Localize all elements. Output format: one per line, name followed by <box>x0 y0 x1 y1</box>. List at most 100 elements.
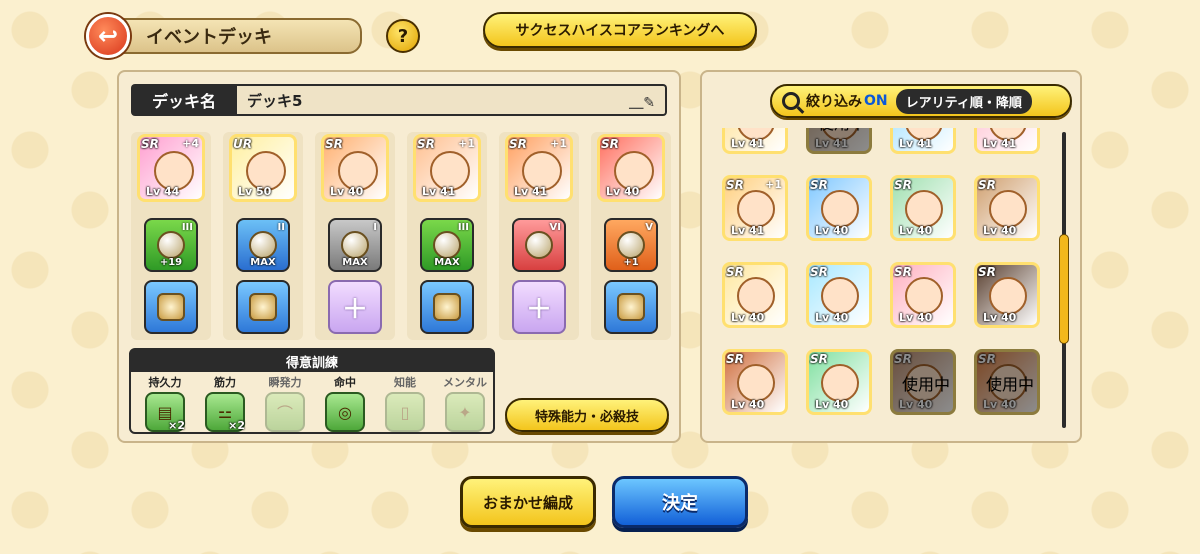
card-level: Lv 41 <box>731 224 765 237</box>
equipment-rank: III <box>457 222 469 233</box>
training-trait: 知能 ▯ <box>379 374 431 432</box>
card-level: Lv 50 <box>238 185 272 198</box>
collection-card[interactable]: SR Lv 40 <box>890 175 956 241</box>
deck-slot: UR Lv 50 II MAX <box>223 132 303 340</box>
plus-level: +4 <box>182 137 199 150</box>
equipment-tag: MAX <box>434 257 460 268</box>
dumbbell-icon: ⚍ ×2 <box>205 392 245 432</box>
equipment-tag: MAX <box>342 257 368 268</box>
deck-name-field[interactable]: デッキ5 ＿✎ <box>237 84 667 116</box>
rarity-badge: SR <box>978 265 996 279</box>
deck-card[interactable]: SR Lv 40 <box>597 134 665 202</box>
card-grid: Lv 41Lv 41使用中Lv 41Lv 41SR+1Lv 41SRLv 40S… <box>716 128 1056 434</box>
trait-label: 持久力 <box>148 376 182 389</box>
equipment-item[interactable]: III MAX <box>420 218 474 272</box>
confirm-button[interactable]: 決定 <box>612 476 748 528</box>
special-ability-label: 特殊能力・必殺技 <box>534 409 639 425</box>
rarity-badge: SR <box>978 352 996 366</box>
empty-slot-button[interactable]: ＋ <box>328 280 382 334</box>
collection-card[interactable]: Lv 41 <box>722 128 788 154</box>
character-portrait <box>821 190 859 228</box>
collection-card[interactable]: Lv 41 <box>974 128 1040 154</box>
deck-card[interactable]: SR Lv 40 <box>321 134 389 202</box>
card-level: Lv 41 <box>899 137 933 150</box>
help-button[interactable]: ? <box>386 19 420 53</box>
filter-state: ON <box>864 93 888 109</box>
deck-name-label: デッキ名 <box>131 84 237 116</box>
frame-icon <box>249 293 277 321</box>
card-level: Lv 40 <box>983 311 1017 324</box>
plus-icon: ＋ <box>341 294 368 325</box>
mirror-icon <box>433 231 461 259</box>
accessory-item[interactable] <box>236 280 290 334</box>
trait-multiplier: ×2 <box>228 419 245 432</box>
pencil-icon: ＿✎ <box>629 95 655 111</box>
deck-slot: SR Lv 40 I MAX ＋ <box>315 132 395 340</box>
ranking-button[interactable]: サクセスハイスコアランキングへ <box>483 12 757 48</box>
plus-level: +1 <box>550 137 567 150</box>
special-ability-button[interactable]: 特殊能力・必殺技 <box>505 398 669 432</box>
equipment-tag: MAX <box>250 257 276 268</box>
character-portrait <box>821 364 859 402</box>
deck-slot: SR Lv 40 V +1 <box>591 132 671 340</box>
equipment-item[interactable]: V +1 <box>604 218 658 272</box>
equipment-rank: I <box>373 222 377 233</box>
mirror-icon <box>525 231 553 259</box>
rarity-badge: UR <box>233 137 252 151</box>
confirm-label: 決定 <box>662 493 698 514</box>
collection-card[interactable]: SR +1 Lv 41 <box>722 175 788 241</box>
equipment-item[interactable]: II MAX <box>236 218 290 272</box>
collection-card[interactable]: Lv 41 <box>890 128 956 154</box>
card-level: Lv 40 <box>815 224 849 237</box>
frame-icon <box>617 293 645 321</box>
equipment-rank: V <box>645 222 653 233</box>
equipment-tag: +1 <box>623 257 639 268</box>
collection-card[interactable]: SR Lv 40 <box>974 262 1040 328</box>
sort-order-label: レアリティ順・降順 <box>895 88 1032 114</box>
training-trait: 瞬発力 ⌒ <box>259 374 311 432</box>
scrollbar-thumb[interactable] <box>1059 234 1069 344</box>
accessory-item[interactable] <box>420 280 474 334</box>
collection-card[interactable]: SR Lv 40 <box>722 349 788 415</box>
equipment-item[interactable]: III +19 <box>144 218 198 272</box>
card-level: Lv 40 <box>815 398 849 411</box>
collection-card[interactable]: SR Lv 40 <box>974 175 1040 241</box>
collection-card[interactable]: SR Lv 40 <box>722 262 788 328</box>
deck-card[interactable]: UR Lv 50 <box>229 134 297 202</box>
deck-card[interactable]: SR +4 Lv 44 <box>137 134 205 202</box>
deck-card[interactable]: SR +1 Lv 41 <box>413 134 481 202</box>
accessory-item[interactable] <box>144 280 198 334</box>
mirror-icon <box>341 231 369 259</box>
training-section: 得意訓練 持久力 ▤ ×2 筋力 ⚍ ×2 瞬発力 ⌒ 命中 ◎ 知能 ▯ メンタル ✦ <box>129 348 495 434</box>
in-use-badge: 使用中 <box>986 375 1035 394</box>
deck-slot: SR +1 Lv 41 VI ＋ <box>499 132 579 340</box>
card-level: Lv 40 <box>983 224 1017 237</box>
collection-card[interactable]: SR Lv 40 <box>806 175 872 241</box>
character-portrait <box>905 190 943 228</box>
plus-level: +1 <box>765 178 782 191</box>
deck-card[interactable]: SR +1 Lv 41 <box>505 134 573 202</box>
card-level: Lv 40 <box>606 185 640 198</box>
rarity-badge: SR <box>601 137 619 151</box>
collection-card[interactable]: SR Lv 40 <box>890 262 956 328</box>
character-portrait <box>737 364 775 402</box>
rarity-badge: SR <box>894 178 912 192</box>
back-button[interactable]: ↩ <box>86 14 130 58</box>
accessory-item[interactable] <box>604 280 658 334</box>
deck-name-value: デッキ5 <box>247 91 303 110</box>
empty-slot-button[interactable]: ＋ <box>512 280 566 334</box>
auto-build-button[interactable]: おまかせ編成 <box>460 476 596 528</box>
back-arrow-icon: ↩ <box>97 22 119 50</box>
collection-card[interactable]: SR Lv 40 <box>806 349 872 415</box>
character-portrait <box>737 190 775 228</box>
trait-multiplier: ×2 <box>168 419 185 432</box>
collection-card[interactable]: SR Lv 40 <box>806 262 872 328</box>
mirror-icon <box>617 231 645 259</box>
training-trait: メンタル ✦ <box>439 374 491 432</box>
plus-level: +1 <box>458 137 475 150</box>
rarity-badge: SR <box>810 352 828 366</box>
filter-sort-button[interactable]: 絞り込み ON レアリティ順・降順 <box>770 84 1072 118</box>
trait-label: 知能 <box>394 376 416 389</box>
equipment-item[interactable]: I MAX <box>328 218 382 272</box>
equipment-item[interactable]: VI <box>512 218 566 272</box>
